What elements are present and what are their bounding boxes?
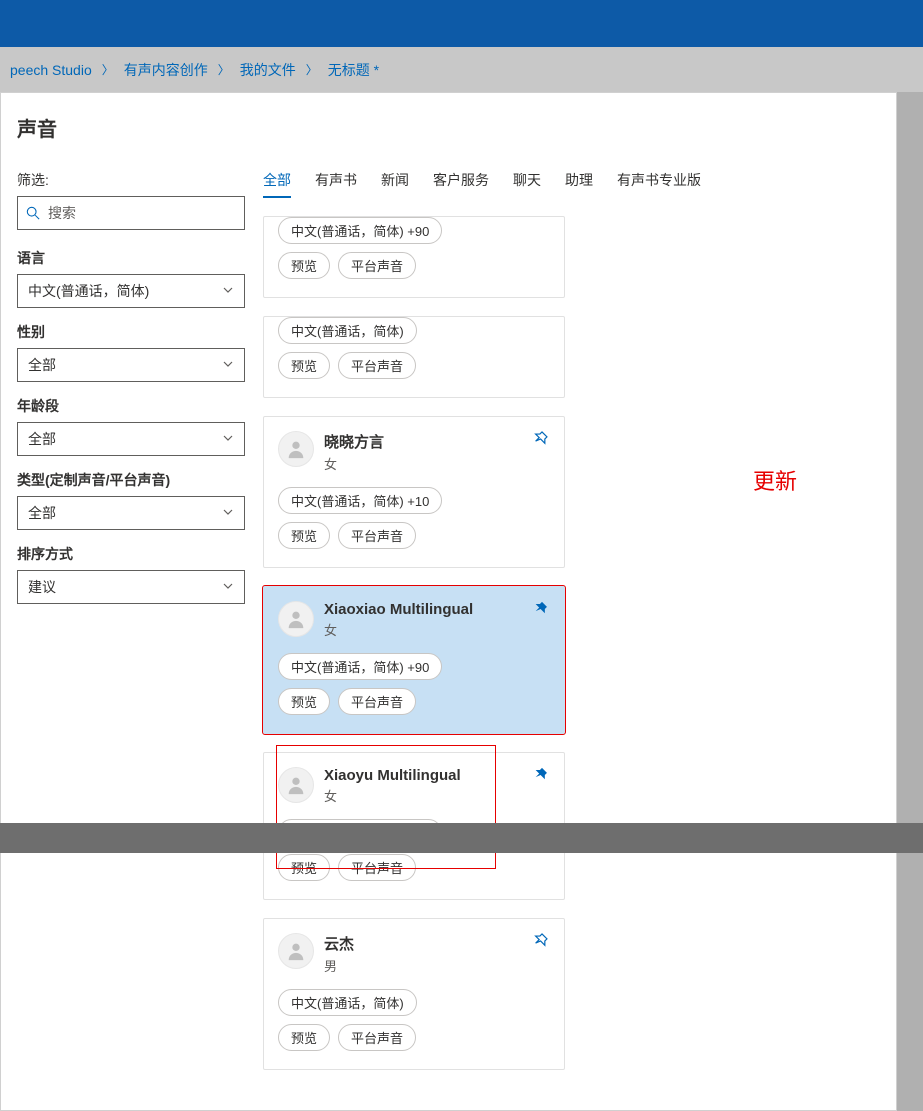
chip-platform: 平台声音 bbox=[338, 1024, 416, 1051]
chip-platform: 平台声音 bbox=[338, 688, 416, 715]
voice-gender: 女 bbox=[324, 454, 524, 473]
chip-preview: 预览 bbox=[278, 252, 330, 279]
chip-preview: 预览 bbox=[278, 854, 330, 881]
search-input[interactable] bbox=[48, 205, 236, 221]
chip-language: 中文(普通话，简体) +90 bbox=[278, 217, 442, 244]
voice-name: 晓晓方言 bbox=[324, 431, 524, 452]
voice-cards-grid: 中文(普通话，简体) +90 预览 平台声音 中文(普通话，简体) 预览 平台声… bbox=[263, 216, 874, 1070]
annotation-update-label: 更新 bbox=[753, 464, 797, 496]
breadcrumb: peech Studio 〉 有声内容创作 〉 我的文件 〉 无标题 * bbox=[0, 47, 923, 92]
chip-preview: 预览 bbox=[278, 688, 330, 715]
voice-card-yunjie[interactable]: 云杰 男 中文(普通话，简体) 预览 平台声音 bbox=[263, 918, 565, 1070]
voice-name: Xiaoyu Multilingual bbox=[324, 767, 524, 784]
filter-type-label: 类型(定制声音/平台声音) bbox=[17, 470, 245, 490]
chip-platform: 平台声音 bbox=[338, 522, 416, 549]
dropdown-value: 全部 bbox=[28, 503, 56, 523]
dropdown-value: 中文(普通话，简体) bbox=[28, 281, 149, 301]
chevron-down-icon bbox=[222, 579, 234, 595]
main-area: 全部 有声书 新闻 客户服务 聊天 助理 有声书专业版 中文(普通话，简体) +… bbox=[263, 170, 874, 1070]
filter-age-dropdown[interactable]: 全部 bbox=[17, 422, 245, 456]
avatar bbox=[278, 933, 314, 969]
bottom-strip bbox=[0, 823, 923, 853]
chip-preview: 预览 bbox=[278, 352, 330, 379]
chip-language: 中文(普通话，简体) bbox=[278, 317, 417, 344]
chip-language: 中文(普通话，简体) +90 bbox=[278, 653, 442, 680]
pin-icon[interactable] bbox=[534, 601, 550, 617]
chevron-down-icon bbox=[222, 431, 234, 447]
filter-gender-dropdown[interactable]: 全部 bbox=[17, 348, 245, 382]
pin-icon[interactable] bbox=[534, 933, 550, 949]
chevron-down-icon bbox=[222, 283, 234, 299]
chevron-down-icon bbox=[222, 505, 234, 521]
filter-sidebar: 筛选: 语言 中文(普通话，简体) 性别 全部 bbox=[17, 170, 245, 1070]
filter-label: 筛选: bbox=[17, 170, 245, 190]
chip-platform: 平台声音 bbox=[338, 252, 416, 279]
avatar bbox=[278, 601, 314, 637]
dropdown-value: 全部 bbox=[28, 355, 56, 375]
filter-language-label: 语言 bbox=[17, 248, 245, 268]
search-box[interactable] bbox=[17, 196, 245, 230]
chip-platform: 平台声音 bbox=[338, 352, 416, 379]
chip-platform: 平台声音 bbox=[338, 854, 416, 881]
voice-gender: 男 bbox=[324, 956, 524, 975]
tab-assistant[interactable]: 助理 bbox=[565, 170, 593, 198]
avatar bbox=[278, 431, 314, 467]
filter-gender-label: 性别 bbox=[17, 322, 245, 342]
voice-gender: 女 bbox=[324, 620, 524, 639]
filter-type-dropdown[interactable]: 全部 bbox=[17, 496, 245, 530]
voice-panel: 声音 筛选: 语言 中文(普通话，简体) 性别 全部 bbox=[0, 92, 897, 1111]
voice-card[interactable]: 中文(普通话，简体) 预览 平台声音 bbox=[263, 316, 565, 398]
panel-title: 声音 bbox=[17, 113, 874, 142]
filter-sort-dropdown[interactable]: 建议 bbox=[17, 570, 245, 604]
dropdown-value: 全部 bbox=[28, 429, 56, 449]
chevron-right-icon: 〉 bbox=[218, 61, 230, 78]
tab-news[interactable]: 新闻 bbox=[381, 170, 409, 198]
voice-card-xiaoxiao-multilingual[interactable]: Xiaoxiao Multilingual 女 中文(普通话，简体) +90 预… bbox=[263, 586, 565, 734]
chip-language: 中文(普通话，简体) +10 bbox=[278, 487, 442, 514]
tab-chat[interactable]: 聊天 bbox=[513, 170, 541, 198]
tabs: 全部 有声书 新闻 客户服务 聊天 助理 有声书专业版 bbox=[263, 170, 874, 206]
dropdown-value: 建议 bbox=[28, 577, 56, 597]
tab-audiobook[interactable]: 有声书 bbox=[315, 170, 357, 198]
filter-language-dropdown[interactable]: 中文(普通话，简体) bbox=[17, 274, 245, 308]
filter-age-label: 年龄段 bbox=[17, 396, 245, 416]
pin-icon[interactable] bbox=[534, 767, 550, 783]
breadcrumb-item-content[interactable]: 有声内容创作 bbox=[124, 60, 208, 80]
breadcrumb-item-studio[interactable]: peech Studio bbox=[10, 62, 92, 78]
chevron-down-icon bbox=[222, 357, 234, 373]
filter-sort-label: 排序方式 bbox=[17, 544, 245, 564]
chip-preview: 预览 bbox=[278, 1024, 330, 1051]
voice-name: Xiaoxiao Multilingual bbox=[324, 601, 524, 618]
tab-customer-service[interactable]: 客户服务 bbox=[433, 170, 489, 198]
voice-card-xiaoxiao-dialect[interactable]: 晓晓方言 女 中文(普通话，简体) +10 预览 平台声音 bbox=[263, 416, 565, 568]
breadcrumb-item-untitled[interactable]: 无标题 * bbox=[328, 60, 379, 80]
chevron-right-icon: 〉 bbox=[306, 61, 318, 78]
tab-audiobook-pro[interactable]: 有声书专业版 bbox=[617, 170, 701, 198]
search-icon bbox=[26, 206, 40, 220]
top-bar bbox=[0, 0, 923, 47]
chevron-right-icon: 〉 bbox=[102, 61, 114, 78]
voice-card[interactable]: 中文(普通话，简体) +90 预览 平台声音 bbox=[263, 216, 565, 298]
pin-icon[interactable] bbox=[534, 431, 550, 447]
tab-all[interactable]: 全部 bbox=[263, 170, 291, 198]
breadcrumb-item-myfiles[interactable]: 我的文件 bbox=[240, 60, 296, 80]
voice-gender: 女 bbox=[324, 786, 524, 805]
chip-language: 中文(普通话，简体) bbox=[278, 989, 417, 1016]
chip-preview: 预览 bbox=[278, 522, 330, 549]
voice-name: 云杰 bbox=[324, 933, 524, 954]
avatar bbox=[278, 767, 314, 803]
